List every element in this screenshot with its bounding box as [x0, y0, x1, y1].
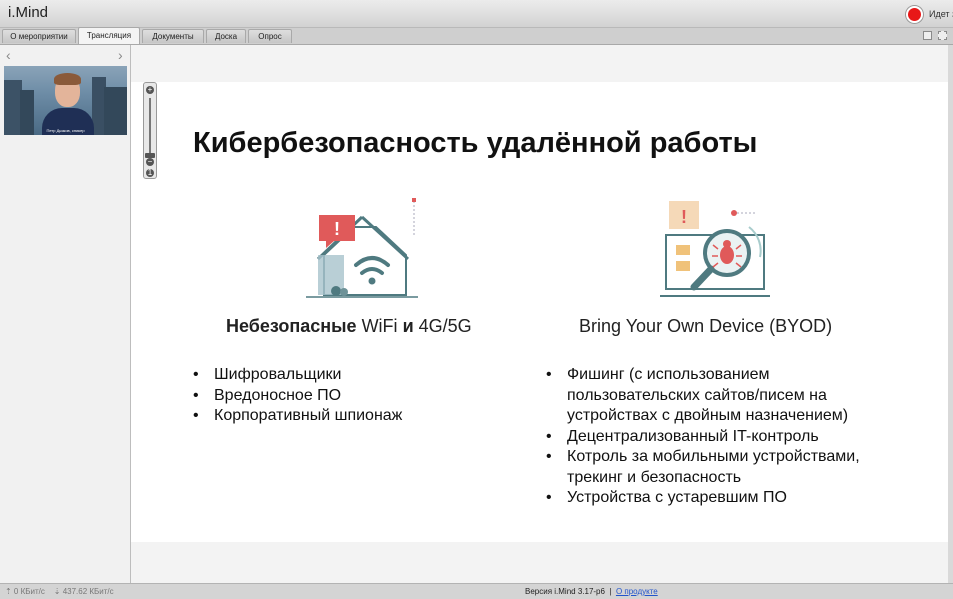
about-product-link[interactable]: О продукте [616, 587, 658, 596]
list-item: Децентрализованный IT-контроль [544, 427, 860, 448]
zoom-in-icon[interactable]: + [146, 86, 154, 94]
zoom-reset-icon[interactable]: 1 [146, 169, 154, 177]
tab-poll[interactable]: Опрос [248, 29, 292, 43]
home-wifi-alert-icon: ! [306, 198, 418, 298]
version-info: Версия i.Mind 3.17-p6 | О продукте [525, 584, 658, 599]
separator: | [609, 587, 612, 596]
list-item: Вредоносное ПО [191, 386, 402, 407]
video-caption: Петр Дьяков, спикер [46, 128, 85, 133]
svg-text:!: ! [681, 207, 687, 227]
recording-indicator[interactable]: Идет з [906, 5, 953, 23]
list-item: Шифровальщики [191, 365, 402, 386]
heading-part-unsafe: Небезопасные [226, 316, 357, 336]
list-item-continuation: устройствах с двойным назначением) [567, 407, 849, 424]
slide-title: Кибербезопасность удалённой работы [193, 127, 758, 159]
list-item: Корпоративный шпионаж [191, 406, 402, 427]
heading-part-wifi: WiFi [361, 316, 398, 336]
video-panel: ‹ › Петр Дьяков, спикер [0, 45, 131, 583]
tab-board[interactable]: Доска [206, 29, 246, 43]
list-item: Фишинг (с использованием [544, 365, 860, 386]
right-column-heading: Bring Your Own Device (BYOD) [579, 316, 833, 336]
status-bar: ⇡ 0 КБит/с ⇣ 437.62 КБит/с Версия i.Mind… [0, 583, 953, 599]
speaker-video[interactable]: Петр Дьяков, спикер [4, 66, 127, 135]
list-item-continuation: трекинг и безопасность [567, 468, 742, 486]
svg-text:!: ! [334, 219, 340, 239]
presentation-slide: Кибербезопасность удалённой работы ! ! Н… [131, 82, 948, 542]
app-title: i.Mind [8, 4, 49, 21]
list-item: Устройства с устаревшим ПО [544, 488, 860, 509]
tab-about-event[interactable]: О мероприятии [2, 29, 76, 43]
upload-rate: ⇡ 0 КБит/с [5, 587, 45, 596]
right-bullet-list: Фишинг (с использованием пользовательски… [544, 365, 860, 509]
fullscreen-icon[interactable] [938, 31, 947, 40]
download-rate: ⇣ 437.62 КБит/с [53, 587, 114, 596]
tab-broadcast[interactable]: Трансляция [78, 27, 140, 44]
zoom-track[interactable] [149, 98, 151, 158]
zoom-out-icon[interactable]: − [146, 158, 154, 166]
list-item: Котроль за мобильными устройствами, [544, 447, 860, 468]
version-text: Версия i.Mind 3.17-p6 [525, 587, 605, 596]
speaker-hair [54, 73, 81, 85]
record-icon [906, 5, 923, 23]
next-arrow-icon[interactable]: › [118, 48, 123, 62]
restore-icon[interactable] [923, 31, 932, 40]
heading-part-4g5g: 4G/5G [418, 316, 472, 336]
recording-label: Идет з [929, 9, 953, 19]
title-bar: i.Mind Идет з [0, 0, 953, 28]
bandwidth-info: ⇡ 0 КБит/с ⇣ 437.62 КБит/с [5, 584, 114, 599]
heading-part-and: и [402, 316, 414, 336]
list-item-continuation: пользовательских сайтов/писем на [567, 386, 827, 404]
tab-bar: О мероприятии Трансляция Документы Доска… [0, 27, 953, 45]
left-column-heading: Небезопасные WiFi и 4G/5G [226, 316, 472, 337]
zoom-slider[interactable]: + − 1 [143, 82, 157, 179]
prev-arrow-icon[interactable]: ‹ [6, 48, 11, 62]
laptop-bug-magnifier-icon: ! [660, 201, 770, 297]
tab-documents[interactable]: Документы [142, 29, 204, 43]
left-bullet-list: Шифровальщики Вредоносное ПО Корпоративн… [191, 365, 402, 427]
